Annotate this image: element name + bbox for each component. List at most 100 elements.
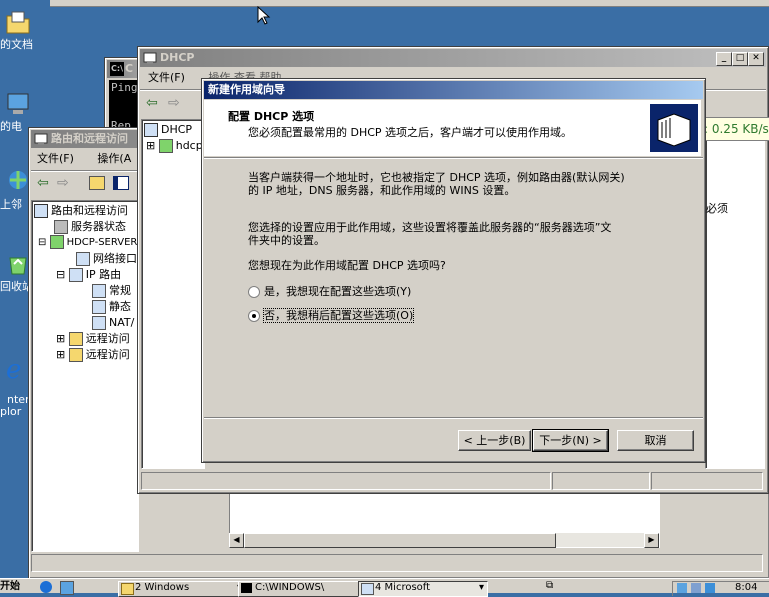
option-configure-later-label: 否，我想稍后配置这些选项(O)	[262, 308, 415, 323]
tree-item-static-routes[interactable]: 静态	[92, 299, 131, 314]
forward-arrow-icon[interactable]: ⇨	[57, 175, 69, 191]
dhcp-root-icon	[144, 123, 158, 137]
option-configure-now[interactable]: 是，我想现在配置这些选项(Y)	[248, 283, 411, 299]
tree-item-server-status[interactable]: 服务器状态	[54, 219, 126, 234]
tree-item-nat[interactable]: NAT/	[92, 315, 134, 330]
option-configure-later[interactable]: 否，我想稍后配置这些选项(O)	[248, 307, 415, 323]
wizard-header: 配置 DHCP 选项 您必须配置最常用的 DHCP 选项之后，客户端才可以使用作…	[204, 100, 701, 156]
up-folder-icon[interactable]	[89, 176, 105, 190]
dhcp-status-bar-middle	[552, 472, 650, 490]
next-button[interactable]: 下一步(N) >	[532, 429, 609, 452]
server-icon	[158, 139, 173, 153]
routing-title: 路由和远程访问	[51, 132, 128, 145]
tree-item-hdcp-server[interactable]: ⊞ hdcp	[146, 138, 203, 153]
taskbar: 开始 2 Windows▾ C:\WINDOWS\ 4 Microsoft▾ ⧉…	[0, 578, 769, 597]
radio-configure-now[interactable]	[248, 286, 260, 298]
dhcp-app-icon	[143, 52, 157, 64]
dhcp-detail-pane[interactable]: 必须	[705, 119, 765, 469]
server-icon	[49, 235, 64, 249]
wizard-paragraph-2: 您选择的设置应用于此作用域，这些设置将覆盖此服务器的“服务器选项”文 件夹中的设…	[248, 221, 612, 247]
scroll-thumb[interactable]	[244, 533, 556, 548]
taskbar-item-cmd[interactable]: C:\WINDOWS\	[238, 581, 369, 597]
chevron-down-icon: ▾	[478, 582, 484, 593]
taskbar-item-windows[interactable]: 2 Windows▾	[118, 581, 246, 597]
desktop-icon-label: 的电	[0, 120, 22, 133]
wizard-folder-graphic-icon	[650, 104, 698, 152]
scroll-left-icon[interactable]: ◀	[229, 533, 244, 548]
mmc-icon	[361, 583, 374, 595]
static-routes-icon	[92, 300, 106, 314]
nat-icon	[92, 316, 106, 330]
routing-app-icon	[34, 133, 48, 145]
taskbar-item-microsoft[interactable]: 4 Microsoft ▾	[358, 581, 488, 597]
remote-access-policy-icon	[68, 332, 83, 346]
clock[interactable]: 8:04	[735, 582, 757, 594]
general-icon	[92, 284, 106, 298]
back-arrow-icon[interactable]: ⇦	[146, 95, 158, 111]
expand-icon[interactable]: ⊞	[146, 139, 155, 152]
desktop-icon-label: 的文档	[0, 38, 33, 51]
cancel-button[interactable]: 取消	[617, 430, 694, 451]
my-computer-icon	[7, 93, 29, 114]
forward-arrow-icon[interactable]: ⇨	[168, 95, 180, 111]
cmd-title: C	[125, 62, 134, 75]
routing-menu-file[interactable]: 文件(F)	[33, 152, 78, 165]
wizard-header-separator	[204, 157, 703, 159]
tree-item-remote-access-policy[interactable]: ⊞ 远程访问	[56, 331, 130, 346]
dhcp-title-bar[interactable]: DHCP _ □ ✕	[140, 49, 766, 67]
wizard-paragraph-1: 当客户端获得一个地址时，它也被指定了 DHCP 选项，例如路由器(默认网关) 的…	[248, 171, 625, 197]
maximize-icon[interactable]: □	[732, 52, 748, 66]
server-status-icon	[54, 220, 68, 234]
expand-icon[interactable]: ⊞	[56, 332, 65, 345]
option-configure-now-label: 是，我想现在配置这些选项(Y)	[264, 285, 412, 298]
background-window-strip	[50, 0, 769, 7]
scroll-right-icon[interactable]: ▶	[644, 533, 659, 548]
quick-launch-desktop-icon[interactable]	[60, 581, 74, 595]
desktop-icon-my-documents[interactable]: 的文档	[0, 8, 70, 52]
desktop-icon-label: 上邻	[0, 198, 22, 211]
tree-item-remote-access-log[interactable]: ⊞ 远程访问	[56, 347, 130, 362]
back-arrow-icon[interactable]: ⇦	[37, 175, 49, 191]
my-documents-icon	[6, 11, 30, 34]
tree-item-general[interactable]: 常规	[92, 283, 131, 298]
back-button[interactable]: < 上一步(B)	[458, 430, 531, 451]
tree-item-ip-routing[interactable]: ⊟ IP 路由	[56, 267, 121, 282]
wizard-button-separator	[204, 417, 703, 419]
dhcp-toolbar: ⇦ ⇨	[144, 95, 204, 113]
start-label: 开始	[0, 581, 20, 592]
folder-icon	[121, 583, 134, 595]
dhcp-status-bar-right	[651, 472, 763, 490]
routing-menu-action[interactable]: 操作(A	[93, 152, 135, 165]
svg-text:e: e	[6, 355, 21, 382]
wizard-title-bar[interactable]: 新建作用域向导	[204, 81, 703, 99]
dhcp-tree-pane[interactable]: DHCP ⊞ hdcp	[141, 119, 205, 469]
ip-routing-icon	[68, 268, 83, 282]
collapse-icon[interactable]: ⊟	[56, 268, 65, 281]
new-scope-wizard-dialog[interactable]: 新建作用域向导 配置 DHCP 选项 您必须配置最常用的 DHCP 选项之后，客…	[201, 78, 706, 463]
tree-item-routing-root[interactable]: 路由和远程访问	[34, 203, 128, 218]
radio-configure-later[interactable]	[248, 310, 260, 322]
close-icon[interactable]: ✕	[748, 52, 764, 66]
quick-launch-ie-icon[interactable]	[40, 581, 52, 593]
routing-toolbar: ⇦ ⇨	[33, 174, 143, 192]
mouse-pointer-icon	[257, 6, 271, 25]
collapse-icon[interactable]: ⊟	[38, 237, 46, 248]
tree-item-dhcp-root[interactable]: DHCP	[144, 122, 192, 137]
minimize-icon[interactable]: _	[716, 52, 732, 66]
wizard-header-title: 配置 DHCP 选项	[228, 110, 315, 123]
expand-icon[interactable]: ⊞	[56, 348, 65, 361]
start-button[interactable]: 开始	[0, 581, 20, 593]
tree-item-network-interfaces[interactable]: 网络接口	[76, 251, 137, 266]
routing-horizontal-scrollbar[interactable]: ◀ ▶	[229, 533, 659, 548]
system-tray: 8:04	[672, 581, 769, 596]
show-hide-tree-icon[interactable]	[113, 176, 129, 190]
folder-icon	[68, 348, 83, 362]
tree-item-hdcp-server[interactable]: ⊟ HDCP-SERVER	[38, 235, 137, 250]
dhcp-status-bar-left	[141, 472, 551, 490]
dhcp-title: DHCP	[160, 51, 195, 64]
cmd-icon: C:\	[110, 62, 124, 76]
routing-tree-pane[interactable]: 路由和远程访问 服务器状态 ⊟ HDCP-SERVER 网络接口 ⊟ IP 路由…	[31, 200, 139, 552]
wizard-title: 新建作用域向导	[208, 83, 285, 96]
dhcp-menu-file[interactable]: 文件(F)	[144, 71, 189, 84]
taskbar-overflow-icon[interactable]: ⧉	[546, 580, 553, 591]
